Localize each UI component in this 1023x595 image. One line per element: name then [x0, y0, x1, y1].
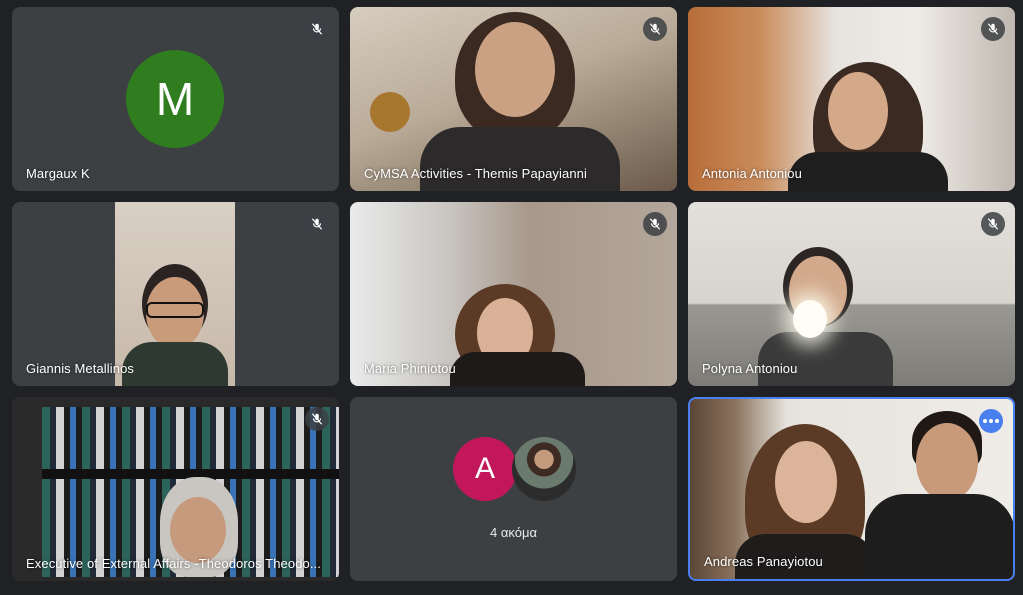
participant-name: Polyna Antoniou — [702, 361, 798, 376]
participant-tile-antonia[interactable]: Antonia Antoniou — [688, 7, 1015, 191]
participant-tile-polyna[interactable]: Polyna Antoniou — [688, 202, 1015, 386]
person-face — [475, 22, 555, 117]
participant-tile-margaux[interactable]: M Margaux K — [12, 7, 339, 191]
video-grid: M Margaux K CyMSA Activities - Themis Pa… — [0, 0, 1023, 595]
person-face — [916, 423, 978, 501]
mic-off-icon — [643, 212, 667, 236]
person-body — [450, 352, 585, 386]
glasses — [146, 302, 204, 318]
mic-off-icon — [981, 17, 1005, 41]
avatar: M — [126, 50, 224, 148]
mic-off-icon — [305, 407, 329, 431]
participant-tile-andreas[interactable]: Andreas Panayiotou — [688, 397, 1015, 581]
participant-name: Giannis Metallinos — [26, 361, 135, 376]
participant-tile-maria[interactable]: Maria Phiniotou — [350, 202, 677, 386]
mic-off-icon — [643, 17, 667, 41]
overflow-tile[interactable]: A 4 ακόμα — [350, 397, 677, 581]
person-body — [758, 332, 893, 386]
avatar-initial: A — [474, 452, 495, 485]
mic-off-icon — [305, 17, 329, 41]
more-options-icon[interactable] — [979, 409, 1003, 433]
person-body — [122, 342, 228, 386]
person-body — [788, 152, 948, 191]
participant-name: Antonia Antoniou — [702, 166, 802, 181]
overflow-avatar: A — [453, 437, 517, 501]
participant-tile-themis[interactable]: CyMSA Activities - Themis Papayianni — [350, 7, 677, 191]
participant-name: Executive of External Affairs -Theodoros… — [26, 556, 322, 571]
overflow-count-label: 4 ακόμα — [490, 525, 537, 540]
person-body — [420, 127, 620, 191]
participant-name: Maria Phiniotou — [364, 361, 456, 376]
mic-off-icon — [305, 212, 329, 236]
overflow-avatar-photo — [512, 437, 576, 501]
participant-name: Margaux K — [26, 166, 90, 181]
person-face — [828, 72, 888, 150]
person-silhouette — [370, 92, 410, 132]
person-face — [775, 441, 837, 523]
participant-name: Andreas Panayiotou — [704, 554, 823, 569]
participant-name: CyMSA Activities - Themis Papayianni — [364, 166, 588, 181]
avatar-initial: M — [155, 73, 195, 125]
participant-tile-theodoros[interactable]: Executive of External Affairs -Theodoros… — [12, 397, 339, 581]
mic-off-icon — [981, 212, 1005, 236]
person-body — [865, 494, 1013, 579]
light-glare — [793, 300, 827, 338]
person-face — [170, 497, 226, 563]
participant-tile-giannis[interactable]: Giannis Metallinos — [12, 202, 339, 386]
